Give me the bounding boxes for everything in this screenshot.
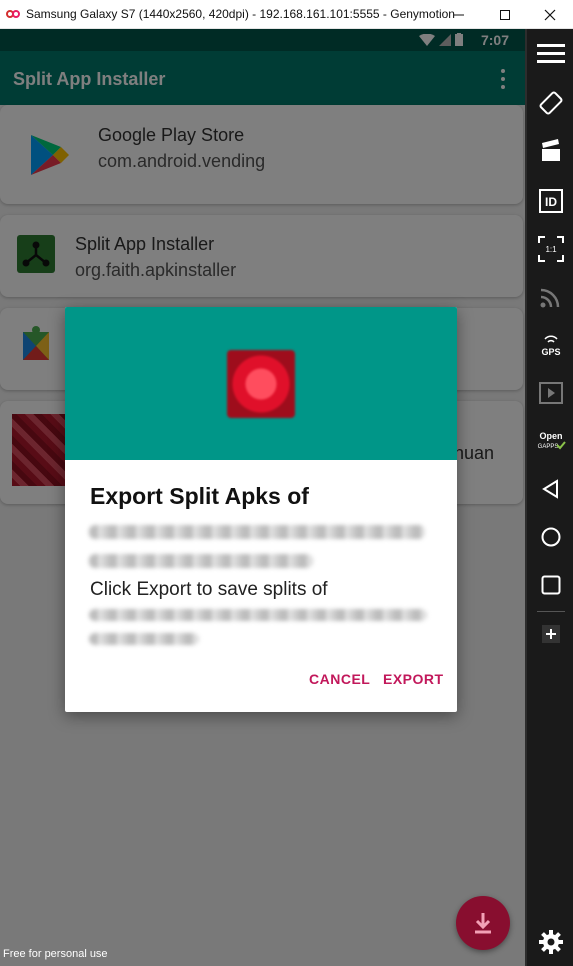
recents-button[interactable] — [527, 565, 573, 605]
add-icon — [542, 625, 560, 643]
media-button[interactable] — [527, 373, 573, 413]
toolbar-divider — [537, 611, 565, 612]
pixel-perfect-button[interactable]: 1:1 — [527, 229, 573, 269]
cancel-button[interactable]: CANCEL — [309, 671, 370, 687]
media-icon — [539, 382, 563, 404]
svg-text:GAPPS: GAPPS — [538, 444, 559, 450]
open-gapps-button[interactable]: Open GAPPS — [527, 421, 573, 461]
gps-icon: GPS — [541, 335, 561, 357]
svg-text:GPS: GPS — [541, 347, 560, 357]
maximize-icon — [500, 9, 510, 20]
svg-text:ID: ID — [545, 195, 557, 209]
device-id-button[interactable]: ID — [527, 181, 573, 221]
rotate-icon — [539, 91, 563, 115]
close-icon — [544, 9, 556, 20]
download-icon — [475, 913, 491, 934]
settings-icon — [539, 930, 563, 954]
add-button[interactable] — [527, 614, 573, 654]
back-button[interactable] — [527, 469, 573, 509]
svg-text:1:1: 1:1 — [545, 245, 557, 254]
menu-icon — [537, 44, 565, 63]
maximize-button[interactable] — [482, 0, 528, 29]
genymotion-toolbar: ID 1:1 GPS Open GAPPS — [525, 29, 573, 966]
export-button[interactable]: EXPORT — [383, 671, 444, 687]
device-screen: 7:07 Split App Installer Google Play Sto… — [0, 29, 525, 966]
window-titlebar: Samsung Galaxy S7 (1440x2560, 420dpi) - … — [0, 0, 573, 29]
svg-text:Open: Open — [539, 431, 562, 441]
dialog-title: Export Split Apks of — [90, 483, 309, 509]
screencast-button[interactable] — [527, 131, 573, 171]
blurred-package-text — [89, 525, 425, 539]
home-icon — [541, 527, 561, 547]
blurred-package-text — [89, 554, 313, 568]
back-icon — [542, 479, 558, 499]
rotate-button[interactable] — [527, 83, 573, 123]
cast-icon — [540, 288, 560, 308]
app-icon-blurred — [227, 350, 295, 418]
minimize-button[interactable] — [436, 0, 482, 29]
clapperboard-icon — [542, 139, 560, 161]
dialog-header — [65, 307, 457, 460]
dialog-message: Click Export to save splits of — [90, 579, 328, 600]
pixel-perfect-icon: 1:1 — [538, 236, 564, 262]
close-window-button[interactable] — [527, 0, 573, 29]
settings-button[interactable] — [527, 922, 573, 962]
gps-button[interactable]: GPS — [527, 325, 573, 365]
window-title: Samsung Galaxy S7 (1440x2560, 420dpi) - … — [26, 7, 455, 21]
cast-button[interactable] — [527, 277, 573, 317]
menu-button[interactable] — [527, 33, 573, 73]
blurred-package-text — [89, 633, 199, 645]
recents-icon — [541, 575, 561, 595]
blurred-package-text — [89, 609, 427, 621]
download-fab[interactable] — [456, 896, 510, 950]
genymotion-logo-icon — [4, 5, 22, 23]
watermark-text: Free for personal use — [3, 948, 108, 960]
export-dialog: Export Split Apks of Click Export to sav… — [65, 307, 457, 712]
minimize-icon — [454, 14, 464, 15]
home-button[interactable] — [527, 517, 573, 557]
id-icon: ID — [539, 189, 563, 213]
open-gapps-icon: Open GAPPS — [538, 431, 566, 450]
